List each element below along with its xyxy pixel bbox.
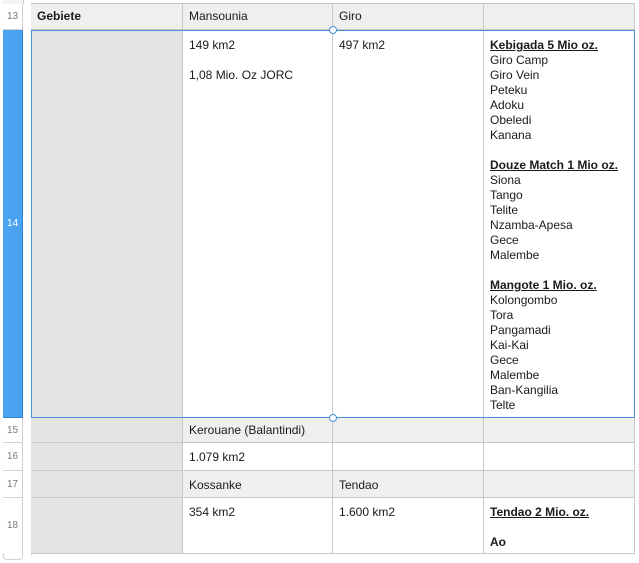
- list-item: Gece: [490, 233, 519, 247]
- list-item: Kanana: [490, 128, 532, 142]
- cell-r17-c2[interactable]: Kossanke: [183, 471, 333, 498]
- list-item: Tora: [490, 308, 514, 322]
- list-item: Gece: [490, 353, 519, 367]
- list-item: Tango: [490, 188, 523, 202]
- list-item: Kai-Kai: [490, 338, 529, 352]
- cell-r14-c2[interactable]: 149 km2 1,08 Mio. Oz JORC: [183, 30, 333, 418]
- group-title: Kebigada 5 Mio oz.: [490, 38, 599, 52]
- cell-r13-c1[interactable]: Gebiete: [31, 4, 183, 30]
- list-item: Malembe: [490, 368, 540, 382]
- cell-text: Tendao: [339, 478, 379, 492]
- list-item: Kolongombo: [490, 293, 558, 307]
- cell-r18-c4[interactable]: Tendao 2 Mio. oz. Ao: [484, 498, 635, 554]
- row-number: 18: [6, 520, 19, 531]
- cell-r18-c1[interactable]: [31, 498, 183, 554]
- list-item: Ao: [490, 535, 506, 549]
- list-item: Pangamadi: [490, 323, 551, 337]
- cell-text: Kossanke: [189, 478, 242, 492]
- cell-r13-c3[interactable]: Giro: [333, 4, 484, 30]
- row-number: 17: [6, 478, 19, 490]
- cell-r16-c4[interactable]: [484, 443, 635, 471]
- group-title: Douze Match 1 Mio oz.: [490, 158, 619, 172]
- cell-r14-c3[interactable]: 497 km2: [333, 30, 484, 418]
- row-header-16[interactable]: 16: [3, 443, 23, 471]
- cell-r18-c2[interactable]: 354 km2: [183, 498, 333, 554]
- row-header-18[interactable]: 18: [3, 498, 23, 554]
- row-header-13[interactable]: 13: [3, 4, 23, 30]
- row-number: 16: [6, 451, 19, 462]
- row-number: 15: [6, 424, 19, 436]
- list-item: Obeledi: [490, 113, 532, 127]
- cell-r16-c1[interactable]: [31, 443, 183, 471]
- cell-r15-c4[interactable]: [484, 418, 635, 443]
- row-number: 13: [6, 11, 19, 22]
- cell-text: Mansounia: [189, 9, 248, 23]
- row-header-14[interactable]: 14: [3, 30, 23, 418]
- area-text: 149 km2: [189, 38, 236, 52]
- cell-r15-c3[interactable]: [333, 418, 484, 443]
- resize-handle-top[interactable]: [329, 26, 337, 34]
- list-item: Giro Vein: [490, 68, 540, 82]
- list-item: Giro Camp: [490, 53, 549, 67]
- cell-text: 1.600 km2: [339, 505, 396, 519]
- list-item: Adoku: [490, 98, 525, 112]
- row-header-15[interactable]: 15: [3, 418, 23, 443]
- row-number: 14: [6, 218, 19, 229]
- cell-r13-c2[interactable]: Mansounia: [183, 4, 333, 30]
- cell-r14-c1[interactable]: [31, 30, 183, 418]
- resource-text: 1,08 Mio. Oz JORC: [189, 68, 294, 82]
- cell-r15-c2[interactable]: Kerouane (Balantindi): [183, 418, 333, 443]
- cell-r16-c2[interactable]: 1.079 km2: [183, 443, 333, 471]
- cell-r15-c1[interactable]: [31, 418, 183, 443]
- list-item: Malembe: [490, 248, 540, 262]
- list-item: Telite: [490, 203, 519, 217]
- group-title: Mangote 1 Mio. oz.: [490, 278, 597, 292]
- list-item: Nzamba-Apesa: [490, 218, 573, 232]
- list-item: Siona: [490, 173, 521, 187]
- cell-r17-c4[interactable]: [484, 471, 635, 498]
- list-item: Ban-Kangilia: [490, 383, 559, 397]
- resize-handle-bottom[interactable]: [329, 414, 337, 422]
- cell-r16-c3[interactable]: [333, 443, 484, 471]
- cell-r17-c3[interactable]: Tendao: [333, 471, 484, 498]
- cell-r13-c4[interactable]: [484, 4, 635, 30]
- cell-text: 1.079 km2: [189, 450, 246, 464]
- cell-r17-c1[interactable]: [31, 471, 183, 498]
- list-item: Peteku: [490, 83, 528, 97]
- cell-text: Giro: [339, 9, 362, 23]
- group-title: Tendao 2 Mio. oz.: [490, 505, 590, 519]
- row-header-17[interactable]: 17: [3, 471, 23, 498]
- cell-text: Gebiete: [37, 9, 82, 23]
- cell-r14-c4[interactable]: Kebigada 5 Mio oz. Giro Camp Giro Vein P…: [484, 30, 635, 418]
- row-header-footer: [3, 553, 23, 560]
- area-text: 497 km2: [339, 38, 386, 52]
- cell-r18-c3[interactable]: 1.600 km2: [333, 498, 484, 554]
- cell-text: Kerouane (Balantindi): [189, 423, 306, 437]
- cell-text: 354 km2: [189, 505, 236, 519]
- list-item: Telte: [490, 398, 516, 412]
